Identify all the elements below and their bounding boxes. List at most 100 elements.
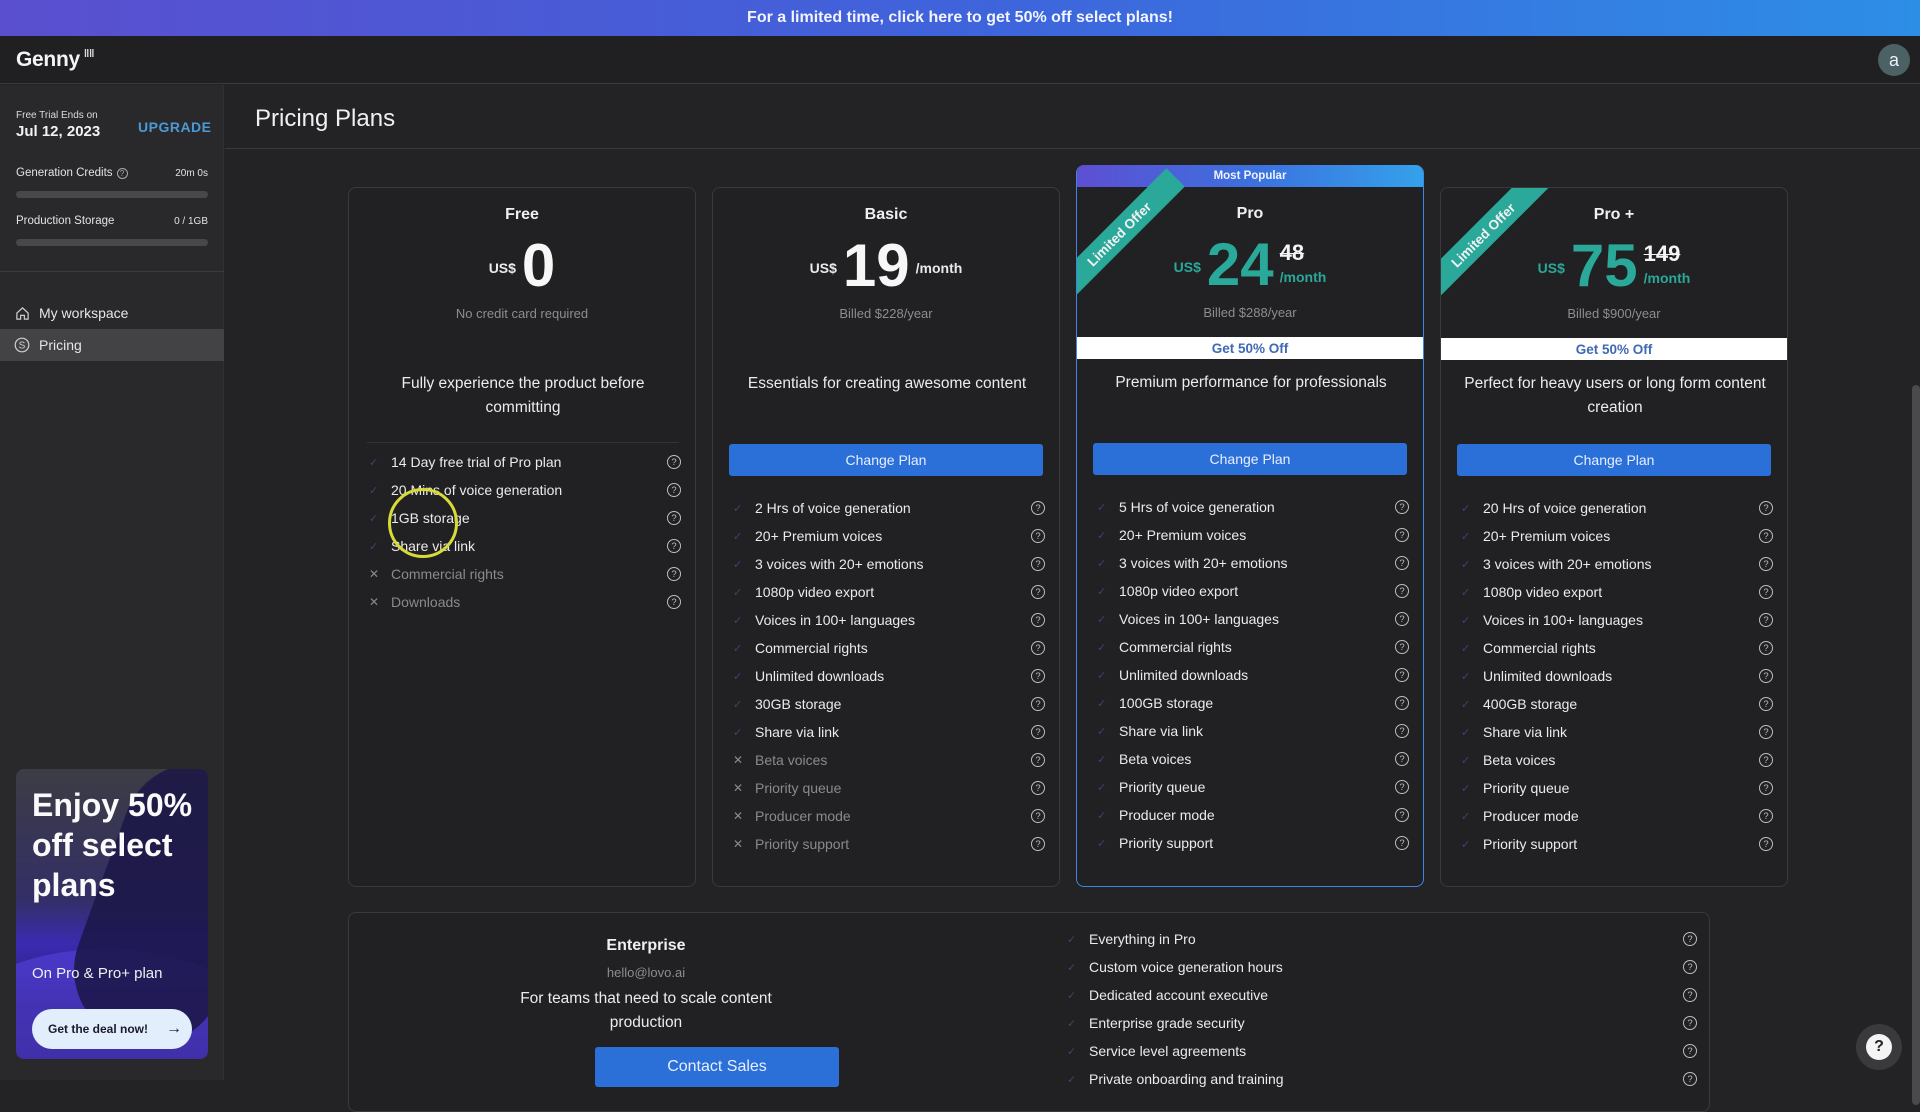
- generation-credits-meter: Generation Credits? 20m 0s: [16, 167, 208, 198]
- feature-item: ✓ 14 Day free trial of Pro plan?: [365, 448, 681, 476]
- help-icon[interactable]: ?: [1395, 556, 1409, 570]
- contact-sales-button[interactable]: Contact Sales: [595, 1047, 839, 1087]
- feature-item: ✓ 3 voices with 20+ emotions?: [1457, 550, 1773, 578]
- promo-banner[interactable]: For a limited time, click here to get 50…: [0, 0, 1920, 36]
- help-icon[interactable]: ?: [1031, 529, 1045, 543]
- help-icon[interactable]: ?: [1759, 669, 1773, 683]
- help-icon[interactable]: ?: [1759, 529, 1773, 543]
- sidebar-item-my-workspace[interactable]: My workspace: [0, 297, 224, 329]
- help-icon[interactable]: ?: [1031, 501, 1045, 515]
- help-icon[interactable]: ?: [1759, 585, 1773, 599]
- help-icon[interactable]: ?: [1031, 585, 1045, 599]
- feature-item: ✓ 100GB storage?: [1093, 689, 1409, 717]
- help-icon[interactable]: ?: [667, 511, 681, 525]
- check-icon: ✓: [1461, 810, 1471, 823]
- upgrade-button[interactable]: UPGRADE: [138, 119, 212, 135]
- help-icon[interactable]: ?: [1395, 668, 1409, 682]
- help-icon[interactable]: ?: [1759, 557, 1773, 571]
- user-avatar[interactable]: a: [1878, 44, 1910, 76]
- help-icon[interactable]: ?: [1031, 809, 1045, 823]
- feature-text: Service level agreements: [1089, 1043, 1247, 1059]
- plan-tagline: Perfect for heavy users or long form con…: [1464, 375, 1766, 416]
- help-icon[interactable]: ?: [1395, 584, 1409, 598]
- help-icon[interactable]: ?: [1031, 669, 1045, 683]
- billing-note: Billed $228/year: [839, 306, 933, 321]
- help-icon[interactable]: ?: [1031, 837, 1045, 851]
- help-icon[interactable]: ?: [116, 167, 128, 179]
- help-icon[interactable]: ?: [1683, 1072, 1697, 1086]
- feature-text: Share via link: [1483, 724, 1568, 740]
- help-icon[interactable]: ?: [1031, 781, 1045, 795]
- feature-text: Voices in 100+ languages: [1483, 612, 1643, 628]
- help-icon[interactable]: ?: [1683, 1016, 1697, 1030]
- help-icon[interactable]: ?: [1759, 781, 1773, 795]
- help-icon[interactable]: ?: [1683, 960, 1697, 974]
- help-icon[interactable]: ?: [1395, 528, 1409, 542]
- help-icon[interactable]: ?: [1683, 1044, 1697, 1058]
- help-icon[interactable]: ?: [667, 539, 681, 553]
- help-icon[interactable]: ?: [1759, 753, 1773, 767]
- help-icon[interactable]: ?: [1031, 725, 1045, 739]
- help-icon[interactable]: ?: [1683, 988, 1697, 1002]
- help-icon[interactable]: ?: [667, 567, 681, 581]
- help-icon[interactable]: ?: [1759, 641, 1773, 655]
- plan-card-pro: Most Popular Limited Offer Pro US$ 24 48…: [1076, 165, 1424, 887]
- help-icon[interactable]: ?: [1395, 696, 1409, 710]
- check-icon: ✓: [1097, 669, 1107, 682]
- help-icon[interactable]: ?: [1031, 697, 1045, 711]
- change-plan-button[interactable]: Change Plan: [1457, 444, 1771, 476]
- help-icon[interactable]: ?: [1395, 612, 1409, 626]
- feature-list: ✓ 20 Hrs of voice generation? ✓ 20+ Premium…: [1457, 494, 1773, 858]
- promo-banner-text[interactable]: For a limited time, click here to get 50…: [747, 9, 1173, 27]
- help-icon[interactable]: ?: [1031, 613, 1045, 627]
- help-icon[interactable]: ?: [1759, 697, 1773, 711]
- feature-item: ✕ Producer mode?: [729, 802, 1045, 830]
- feature-text: 1080p video export: [755, 584, 875, 600]
- feature-text: Share via link: [755, 724, 840, 740]
- change-plan-button[interactable]: Change Plan: [729, 444, 1043, 476]
- help-icon[interactable]: ?: [1031, 557, 1045, 571]
- check-icon: ✓: [369, 540, 379, 553]
- feature-item: ✕ Priority queue?: [729, 774, 1045, 802]
- check-icon: ✓: [733, 558, 743, 571]
- check-icon: ✓: [733, 586, 743, 599]
- help-icon[interactable]: ?: [667, 595, 681, 609]
- help-button[interactable]: ?: [1856, 1024, 1902, 1070]
- price-amount: 19: [842, 232, 910, 299]
- help-icon[interactable]: ?: [1759, 837, 1773, 851]
- help-icon[interactable]: ?: [1395, 640, 1409, 654]
- help-icon[interactable]: ?: [667, 455, 681, 469]
- get-deal-button[interactable]: Get the deal now! →: [32, 1009, 192, 1049]
- help-icon[interactable]: ?: [1759, 725, 1773, 739]
- page-title: Pricing Plans: [255, 105, 396, 132]
- help-icon[interactable]: ?: [1759, 501, 1773, 515]
- scrollbar[interactable]: [1912, 385, 1920, 1105]
- feature-item: ✓ Priority support?: [1093, 829, 1409, 857]
- help-icon[interactable]: ?: [1031, 641, 1045, 655]
- help-icon[interactable]: ?: [667, 483, 681, 497]
- help-icon[interactable]: ?: [1395, 500, 1409, 514]
- check-icon: ✓: [1097, 501, 1107, 514]
- help-icon[interactable]: ?: [1395, 836, 1409, 850]
- enterprise-email[interactable]: hello@lovo.ai: [349, 965, 943, 980]
- help-icon[interactable]: ?: [1395, 752, 1409, 766]
- sidebar-item-pricing[interactable]: S Pricing: [0, 329, 224, 361]
- help-icon[interactable]: ?: [1395, 780, 1409, 794]
- help-icon[interactable]: ?: [1683, 932, 1697, 946]
- get-discount-bar[interactable]: Get 50% Off: [1077, 337, 1423, 359]
- help-icon[interactable]: ?: [1759, 809, 1773, 823]
- help-icon[interactable]: ?: [1395, 808, 1409, 822]
- get-discount-bar[interactable]: Get 50% Off: [1441, 338, 1787, 360]
- plan-name: Pro +: [1593, 206, 1635, 223]
- feature-text: Commercial rights: [1119, 639, 1232, 655]
- change-plan-button[interactable]: Change Plan: [1093, 443, 1407, 475]
- help-icon[interactable]: ?: [1395, 724, 1409, 738]
- get-deal-label: Get the deal now!: [48, 1022, 149, 1036]
- plan-tagline: For teams that need to scale content pro…: [520, 990, 772, 1031]
- help-icon[interactable]: ?: [1031, 753, 1045, 767]
- feature-item: ✓ Commercial rights?: [1457, 634, 1773, 662]
- help-icon[interactable]: ?: [1759, 613, 1773, 627]
- feature-item: ✓ 20+ Premium voices?: [1457, 522, 1773, 550]
- check-icon: ✓: [733, 614, 743, 627]
- logo[interactable]: Genny ‖‖: [16, 48, 95, 72]
